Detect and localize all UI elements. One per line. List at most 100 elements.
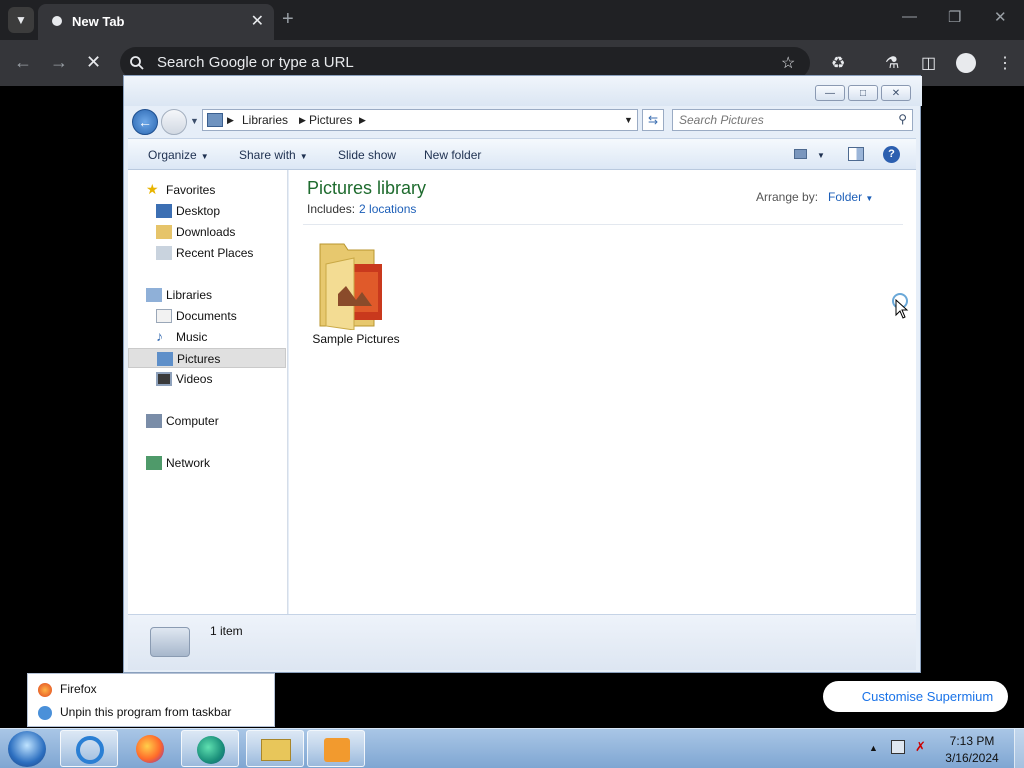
nav-recent-places[interactable]: Recent Places	[128, 243, 286, 263]
show-desktop-button[interactable]	[1014, 729, 1024, 768]
network-icon	[146, 456, 162, 470]
nav-computer[interactable]: Computer	[128, 411, 286, 431]
jumplist-firefox[interactable]: Firefox	[38, 682, 97, 697]
arrange-by: Arrange by: Folder ▼	[756, 190, 873, 204]
jumplist-unpin[interactable]: Unpin this program from taskbar	[38, 705, 231, 720]
arrange-by-dropdown[interactable]: Folder ▼	[828, 190, 873, 204]
start-button-icon[interactable]	[8, 731, 46, 767]
libraries-location-icon	[207, 113, 223, 127]
nav-label: Videos	[176, 372, 213, 386]
folder-item[interactable]: Sample Pictures	[301, 230, 411, 346]
breadcrumb-separator-icon: ▶	[299, 115, 306, 125]
nav-network[interactable]: Network	[128, 453, 286, 473]
nav-desktop[interactable]: Desktop	[128, 201, 286, 221]
menu-kebab-icon[interactable]: ⋮	[997, 53, 1013, 73]
change-view-icon[interactable]	[794, 149, 807, 159]
desktop-icon	[156, 204, 172, 218]
share-with-menu[interactable]: Share with ▼	[239, 148, 308, 162]
help-icon[interactable]: ?	[883, 146, 900, 163]
slide-show-button[interactable]: Slide show	[338, 148, 396, 162]
media-player-icon	[324, 738, 350, 762]
close-button[interactable]: ✕	[994, 8, 1007, 26]
taskbar-edge[interactable]	[181, 730, 239, 767]
library-title: Pictures library	[307, 178, 427, 198]
preview-pane-icon[interactable]	[848, 147, 864, 161]
organize-label: Organize	[148, 148, 197, 162]
clock-time: 7:13 PM	[949, 734, 995, 748]
profile-avatar-icon[interactable]	[956, 53, 976, 73]
explorer-title-bar	[124, 76, 922, 106]
bookmark-star-icon[interactable]: ☆	[781, 53, 795, 73]
nav-videos[interactable]: Videos	[128, 369, 286, 389]
explorer-forward-button[interactable]	[161, 109, 187, 135]
back-arrow-icon[interactable]: ←	[14, 52, 32, 73]
file-explorer-icon	[261, 739, 291, 761]
header-divider	[303, 224, 903, 225]
minimize-button[interactable]: —	[902, 8, 917, 25]
omnibox-placeholder: Search Google or type a URL	[157, 54, 354, 71]
explorer-minimize-button[interactable]: —	[815, 85, 845, 101]
customise-supermium-button[interactable]: Customise Supermium	[823, 681, 1008, 712]
share-with-label: Share with	[239, 148, 296, 162]
explorer-maximize-button[interactable]: □	[848, 85, 878, 101]
explorer-back-button[interactable]: ←	[132, 109, 158, 135]
libraries-icon	[146, 288, 162, 302]
chevron-down-icon: ▼	[200, 152, 209, 161]
system-clock[interactable]: 7:13 PM 3/16/2024	[940, 733, 1004, 767]
address-bar[interactable]: ▶ Libraries ▶ Pictures ▶ ▼	[202, 109, 638, 131]
address-history-dropdown-icon[interactable]: ▼	[624, 115, 633, 125]
recent-pages-dropdown-icon[interactable]: ▼	[190, 116, 199, 126]
taskbar-internet-explorer[interactable]	[60, 730, 118, 767]
includes-label: Includes:	[307, 202, 356, 216]
search-icon	[130, 56, 144, 70]
restore-button[interactable]: ❐	[948, 8, 961, 26]
navigation-pane: ★ Favorites Desktop Downloads Recent Plac…	[128, 170, 288, 614]
search-input[interactable]	[679, 112, 889, 128]
nav-downloads[interactable]: Downloads	[128, 222, 286, 242]
computer-icon	[146, 414, 162, 428]
extensions-icon[interactable]: ♻	[831, 53, 845, 73]
organize-menu[interactable]: Organize ▼	[148, 148, 209, 162]
mouse-pointer-icon	[895, 299, 909, 319]
unpin-pushpin-icon	[38, 705, 52, 720]
nav-pictures[interactable]: Pictures	[128, 348, 286, 368]
taskbar-file-explorer[interactable]	[246, 730, 304, 767]
volume-muted-icon[interactable]: ✗	[915, 739, 926, 755]
stop-loading-icon[interactable]: ✕	[86, 52, 101, 73]
refresh-icon[interactable]: ⇆	[642, 109, 664, 131]
pictures-icon	[157, 352, 173, 366]
nav-music[interactable]: ♪ Music	[128, 327, 286, 347]
tab-title: New Tab	[72, 14, 125, 29]
new-tab-button[interactable]: +	[282, 8, 294, 31]
library-includes: Includes: 2 locations	[307, 202, 416, 216]
explorer-close-button[interactable]: ✕	[881, 85, 911, 101]
taskbar-media-player[interactable]	[307, 730, 365, 767]
labs-flask-icon[interactable]: ⚗	[885, 53, 899, 73]
command-bar: Organize ▼ Share with ▼ Slide show New fol…	[128, 138, 916, 170]
item-count: 1 item	[210, 624, 243, 638]
browser-tab[interactable]: New Tab ✕	[38, 4, 274, 40]
tab-search-button[interactable]: ▼	[8, 7, 34, 33]
show-hidden-icons-icon[interactable]: ▲	[869, 743, 878, 753]
breadcrumb-pictures[interactable]: Pictures	[309, 113, 352, 127]
network-tray-icon[interactable]	[891, 740, 905, 754]
new-folder-button[interactable]: New folder	[424, 148, 481, 162]
nav-label: Recent Places	[176, 246, 254, 260]
nav-libraries[interactable]: Libraries	[128, 285, 286, 305]
search-icon[interactable]: ⚲	[898, 112, 907, 126]
side-panel-icon[interactable]: ◫	[921, 53, 936, 73]
firefox-icon	[136, 735, 164, 763]
nav-favorites[interactable]: ★ Favorites	[128, 180, 286, 200]
tab-close-icon[interactable]: ✕	[251, 11, 264, 31]
locations-link[interactable]: 2 locations	[359, 202, 416, 216]
music-note-icon: ♪	[156, 328, 163, 344]
taskbar-firefox[interactable]	[121, 730, 179, 767]
view-options-dropdown-icon[interactable]: ▼	[817, 151, 825, 160]
nav-label: Music	[176, 330, 208, 344]
breadcrumb-libraries[interactable]: Libraries	[242, 113, 288, 127]
nav-documents[interactable]: Documents	[128, 306, 286, 326]
forward-arrow-icon[interactable]: →	[50, 52, 68, 73]
search-pictures-box[interactable]: ⚲	[672, 109, 913, 131]
breadcrumb-separator-icon: ▶	[359, 115, 366, 125]
edge-icon	[197, 736, 225, 764]
